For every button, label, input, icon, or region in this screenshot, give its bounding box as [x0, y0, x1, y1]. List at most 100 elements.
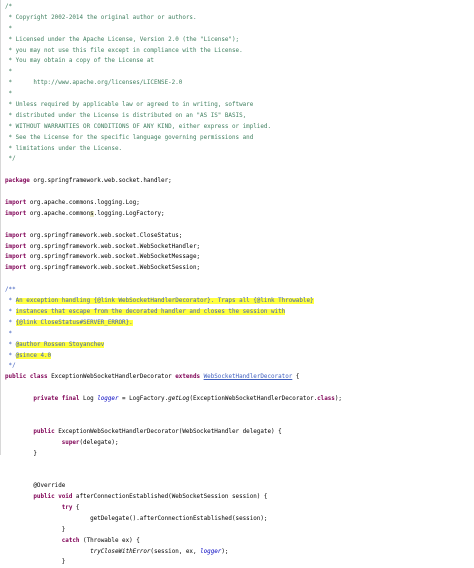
- code-token: import: [5, 243, 27, 250]
- code-line[interactable]: private final Log logger = LogFactory.ge…: [5, 394, 342, 405]
- code-token: package: [5, 178, 30, 185]
- code-line[interactable]: * distributed under the License is distr…: [5, 111, 342, 122]
- code-token: org.apache.commons.logging.Log;: [26, 200, 140, 207]
- code-token: * distributed under the License is distr…: [5, 112, 247, 119]
- code-token: (ExceptionWebSocketHandlerDecorator.: [189, 396, 318, 403]
- code-token: catch: [61, 537, 80, 544]
- code-token: *: [5, 341, 16, 348]
- code-line[interactable]: import org.apache.commons.logging.Log;: [5, 198, 342, 209]
- code-line[interactable]: */: [5, 154, 342, 165]
- code-line[interactable]: import org.springframework.web.socket.We…: [5, 263, 342, 274]
- code-token: {: [72, 504, 80, 511]
- code-token: */: [5, 156, 16, 163]
- code-line[interactable]: tryCloseWithError(session, ex, logger);: [5, 547, 342, 558]
- code-token: {@link CloseStatus#SERVER_ERROR}.: [15, 319, 133, 326]
- code-line[interactable]: getDelegate().afterConnectionEstablished…: [5, 514, 342, 525]
- code-line[interactable]: */: [5, 361, 342, 372]
- code-editor[interactable]: /* * Copyright 2002-2014 the original au…: [0, 0, 474, 565]
- code-line[interactable]: public ExceptionWebSocketHandlerDecorato…: [5, 427, 342, 438]
- code-line[interactable]: }: [5, 525, 342, 536]
- code-line[interactable]: public class ExceptionWebSocketHandlerDe…: [5, 372, 342, 383]
- code-line[interactable]: [5, 187, 342, 198]
- code-line[interactable]: super(delegate);: [5, 438, 342, 449]
- code-token: /**: [5, 287, 16, 294]
- code-token: @since 4.0: [15, 352, 52, 359]
- code-line[interactable]: public void afterConnectionEstablished(W…: [5, 492, 342, 503]
- code-line[interactable]: try {: [5, 503, 342, 514]
- code-line[interactable]: import org.springframework.web.socket.We…: [5, 252, 342, 263]
- code-token: org.apache.common: [26, 210, 91, 217]
- code-token: }: [5, 450, 37, 457]
- code-line[interactable]: * limitations under the License.: [5, 144, 342, 155]
- code-token: org.springframework.web.socket.WebSocket…: [26, 254, 201, 261]
- code-token: @Override: [5, 483, 66, 490]
- code-line[interactable]: * An exception handling {@link WebSocket…: [5, 296, 342, 307]
- code-token: org.springframework.web.socket.WebSocket…: [26, 265, 201, 272]
- code-token: private final: [33, 396, 80, 403]
- code-line[interactable]: *: [5, 67, 342, 78]
- code-line[interactable]: * @since 4.0: [5, 351, 342, 362]
- code-line[interactable]: * Copyright 2002-2014 the original autho…: [5, 13, 342, 24]
- code-line[interactable]: import org.springframework.web.socket.We…: [5, 242, 342, 253]
- code-line[interactable]: /**: [5, 285, 342, 296]
- code-line[interactable]: * See the License for the specific langu…: [5, 133, 342, 144]
- code-token: logger: [200, 548, 222, 555]
- code-line[interactable]: catch (Throwable ex) {: [5, 536, 342, 547]
- code-line[interactable]: [5, 459, 342, 470]
- code-line[interactable]: }: [5, 449, 342, 460]
- code-token: getDelegate().afterConnectionEstablished…: [5, 515, 268, 522]
- code-token: org.springframework.web.socket.handler;: [29, 178, 172, 185]
- code-line[interactable]: /*: [5, 2, 342, 13]
- code-token: * http://www.apache.org/licenses/LICENSE…: [5, 80, 183, 87]
- code-token: An exception handling {@link WebSocketHa…: [15, 298, 314, 305]
- code-line[interactable]: * Licensed under the Apache License, Ver…: [5, 35, 342, 46]
- code-token: logger: [97, 396, 119, 403]
- code-line[interactable]: * http://www.apache.org/licenses/LICENSE…: [5, 78, 342, 89]
- code-token: * You may obtain a copy of the License a…: [5, 58, 154, 65]
- code-token: try: [61, 504, 73, 511]
- code-line[interactable]: * You may obtain a copy of the License a…: [5, 56, 342, 67]
- code-line[interactable]: package org.springframework.web.socket.h…: [5, 176, 342, 187]
- code-line[interactable]: }: [5, 557, 342, 568]
- code-line[interactable]: [5, 383, 342, 394]
- code-line[interactable]: * @author Rossen Stoyanchev: [5, 340, 342, 351]
- code-line[interactable]: [5, 470, 342, 481]
- code-line[interactable]: [5, 416, 342, 427]
- code-token: *: [5, 319, 16, 326]
- code-token: *: [5, 91, 13, 98]
- code-token: );: [221, 548, 229, 555]
- code-line[interactable]: import org.apache.commons.logging.LogFac…: [5, 209, 342, 220]
- code-line[interactable]: [5, 274, 342, 285]
- code-line[interactable]: * you may not use this file except in co…: [5, 46, 342, 57]
- code-token: *: [5, 330, 13, 337]
- code-line[interactable]: [5, 220, 342, 231]
- code-line[interactable]: import org.springframework.web.socket.Cl…: [5, 231, 342, 242]
- code-token: import: [5, 232, 27, 239]
- code-token: */: [5, 363, 16, 370]
- code-line[interactable]: * WITHOUT WARRANTIES OR CONDITIONS OF AN…: [5, 122, 342, 133]
- code-token: getLog: [168, 396, 190, 403]
- code-line[interactable]: * Unless required by applicable law or a…: [5, 100, 342, 111]
- code-token: super: [61, 439, 80, 446]
- code-token: public class: [5, 374, 48, 381]
- code-line[interactable]: *: [5, 24, 342, 35]
- code-line[interactable]: [5, 165, 342, 176]
- code-token: /*: [5, 4, 13, 10]
- code-line[interactable]: @Override: [5, 481, 342, 492]
- code-token: tryCloseWithError: [90, 548, 151, 555]
- code-token: afterConnectionEstablished(WebSocketSess…: [72, 494, 268, 501]
- code-token: = LogFactory.: [118, 396, 169, 403]
- code-line[interactable]: *: [5, 89, 342, 100]
- code-line[interactable]: * instances that escape from the decorat…: [5, 307, 342, 318]
- code-token: import: [5, 210, 27, 217]
- code-line[interactable]: * {@link CloseStatus#SERVER_ERROR}.: [5, 318, 342, 329]
- code-token: * limitations under the License.: [5, 145, 123, 152]
- code-line[interactable]: *: [5, 329, 342, 340]
- code-line[interactable]: [5, 405, 342, 416]
- code-token: *: [5, 298, 16, 305]
- code-token: extends: [175, 374, 201, 381]
